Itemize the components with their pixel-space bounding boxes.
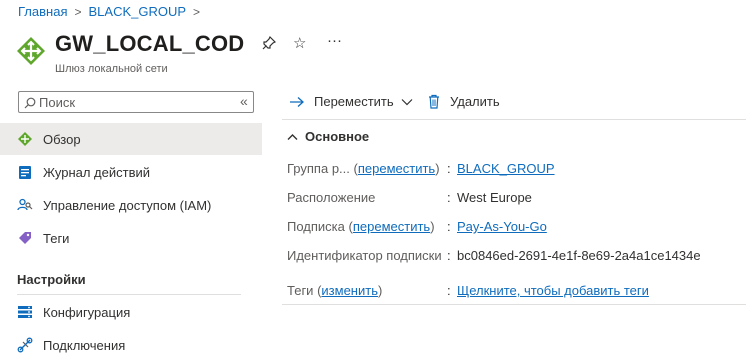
sidebar-item-configuration[interactable]: Конфигурация xyxy=(0,296,262,328)
delete-button-label: Удалить xyxy=(450,94,500,109)
local-network-gateway-icon xyxy=(16,36,46,66)
page-subtitle: Шлюз локальной сети xyxy=(55,63,168,75)
activity-log-icon xyxy=(17,164,33,180)
configuration-icon xyxy=(17,304,33,320)
subscription-id-label: Идентификатор подписки xyxy=(287,248,442,263)
delete-button[interactable]: Удалить xyxy=(428,94,500,109)
trash-icon xyxy=(429,94,439,109)
separator-colon: : xyxy=(447,161,451,176)
separator-colon: : xyxy=(447,248,451,263)
chevron-down-icon xyxy=(401,98,413,105)
sidebar-item-label: Подключения xyxy=(43,337,126,353)
sidebar-item-connections[interactable]: Подключения xyxy=(0,329,262,361)
sidebar-item-overview[interactable]: Обзор xyxy=(0,123,262,155)
essentials-toggle[interactable]: Основное xyxy=(287,129,369,144)
separator-colon: : xyxy=(447,219,451,234)
search-icon xyxy=(24,97,36,109)
sidebar-item-label: Обзор xyxy=(43,131,81,147)
arrow-right-icon xyxy=(290,96,304,107)
more-options-icon[interactable]: ··· xyxy=(327,32,342,49)
chevron-right-icon: > xyxy=(74,4,82,19)
sidebar-item-label: Журнал действий xyxy=(43,164,151,180)
collapse-sidebar-icon[interactable]: « xyxy=(240,93,248,109)
search-placeholder: Поиск xyxy=(39,95,76,110)
sidebar-item-label: Конфигурация xyxy=(43,304,131,320)
move-button-label: Переместить xyxy=(314,94,394,109)
location-label: Расположение xyxy=(287,190,376,205)
pin-icon[interactable] xyxy=(262,35,277,54)
tags-label: Теги (изменить) xyxy=(287,283,383,298)
breadcrumb-group[interactable]: BLACK_GROUP xyxy=(89,4,187,19)
connections-icon xyxy=(17,337,33,353)
separator-colon: : xyxy=(447,283,451,298)
move-resource-group-link[interactable]: переместить xyxy=(358,161,435,176)
edit-tags-link[interactable]: изменить xyxy=(321,283,378,298)
add-tags-link[interactable]: Щелкните, чтобы добавить теги xyxy=(457,283,649,298)
essentials-title: Основное xyxy=(305,129,370,144)
subscription-id-value: bc0846ed-2691-4e1f-8e69-2a4a1ce1434e xyxy=(457,248,701,263)
move-subscription-link[interactable]: переместить xyxy=(353,219,430,234)
favorite-star-icon[interactable]: ☆ xyxy=(293,34,306,52)
chevron-right-icon: > xyxy=(193,4,201,19)
breadcrumb-home[interactable]: Главная xyxy=(18,4,67,19)
breadcrumb: Главная > BLACK_GROUP > xyxy=(18,4,207,19)
subscription-label: Подписка (переместить) xyxy=(287,219,435,234)
sidebar-section-settings: Настройки xyxy=(17,272,86,287)
separator-colon: : xyxy=(447,190,451,205)
essentials-divider xyxy=(282,304,746,305)
tag-icon xyxy=(17,230,33,246)
section-divider xyxy=(17,294,241,295)
sidebar-item-label: Управление доступом (IAM) xyxy=(43,197,212,213)
chevron-up-icon xyxy=(287,133,298,140)
location-value: West Europe xyxy=(457,190,532,205)
search-input[interactable]: Поиск xyxy=(18,91,254,113)
sidebar-item-tags[interactable]: Теги xyxy=(0,222,262,254)
resource-group-label: Группа р... (переместить) xyxy=(287,161,440,176)
iam-icon xyxy=(17,197,33,213)
toolbar-divider xyxy=(282,119,746,120)
page-title: GW_LOCAL_COD xyxy=(55,31,245,56)
subscription-value[interactable]: Pay-As-You-Go xyxy=(457,219,547,234)
overview-icon xyxy=(17,131,33,147)
sidebar-item-activity-log[interactable]: Журнал действий xyxy=(0,156,262,188)
sidebar-item-label: Теги xyxy=(43,230,70,246)
resource-group-value[interactable]: BLACK_GROUP xyxy=(457,161,555,176)
move-button[interactable]: Переместить xyxy=(289,94,413,109)
sidebar-item-iam[interactable]: Управление доступом (IAM) xyxy=(0,189,262,221)
